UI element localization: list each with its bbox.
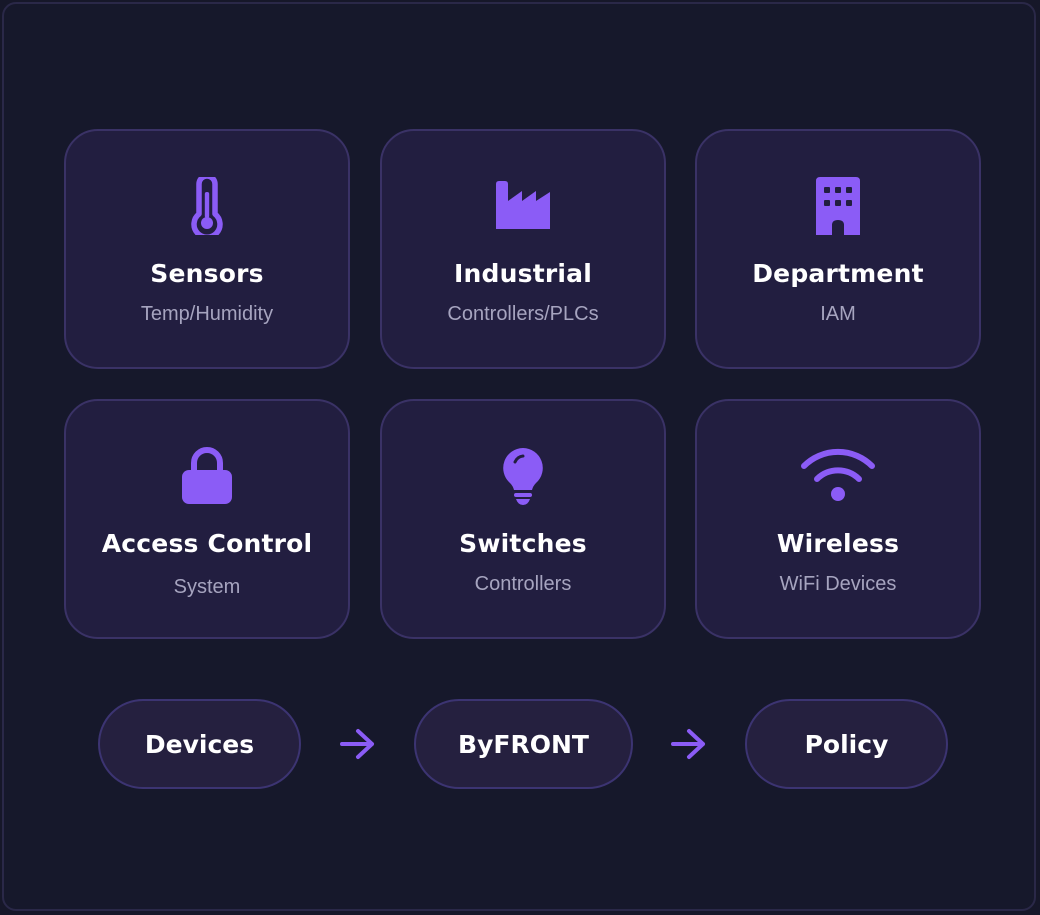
card-switches: Switches Controllers [380,399,666,639]
card-subtitle: Temp/Humidity [140,303,274,325]
card-wireless: Wireless WiFi Devices [695,399,981,639]
card-subtitle: WiFi Devices [779,573,897,595]
card-subtitle: IAM [820,303,856,325]
thermometer-icon [66,173,348,239]
arrow-right-icon [340,729,374,759]
card-title: Access Control [101,529,313,558]
card-title: Switches [459,529,587,558]
arrow-right-icon [671,729,705,759]
card-subtitle: System [173,576,241,598]
building-icon [697,173,979,239]
flow-step-devices: Devices [98,699,301,789]
flow-step-byfront: ByFRONT [414,699,633,789]
card-title: Sensors [150,259,264,288]
card-title: Industrial [454,259,592,288]
lock-icon [66,443,348,509]
card-access-control: Access Control System [64,399,350,639]
card-subtitle: Controllers/PLCs [447,303,599,325]
card-subtitle: Controllers [474,573,572,595]
card-sensors: Sensors Temp/Humidity [64,129,350,369]
card-industrial: Industrial Controllers/PLCs [380,129,666,369]
card-title: Wireless [776,529,900,558]
card-title: Department [752,259,924,288]
flow-step-policy: Policy [745,699,948,789]
wifi-icon [697,443,979,509]
factory-icon [382,173,664,239]
lightbulb-icon [382,443,664,509]
card-department: Department IAM [695,129,981,369]
